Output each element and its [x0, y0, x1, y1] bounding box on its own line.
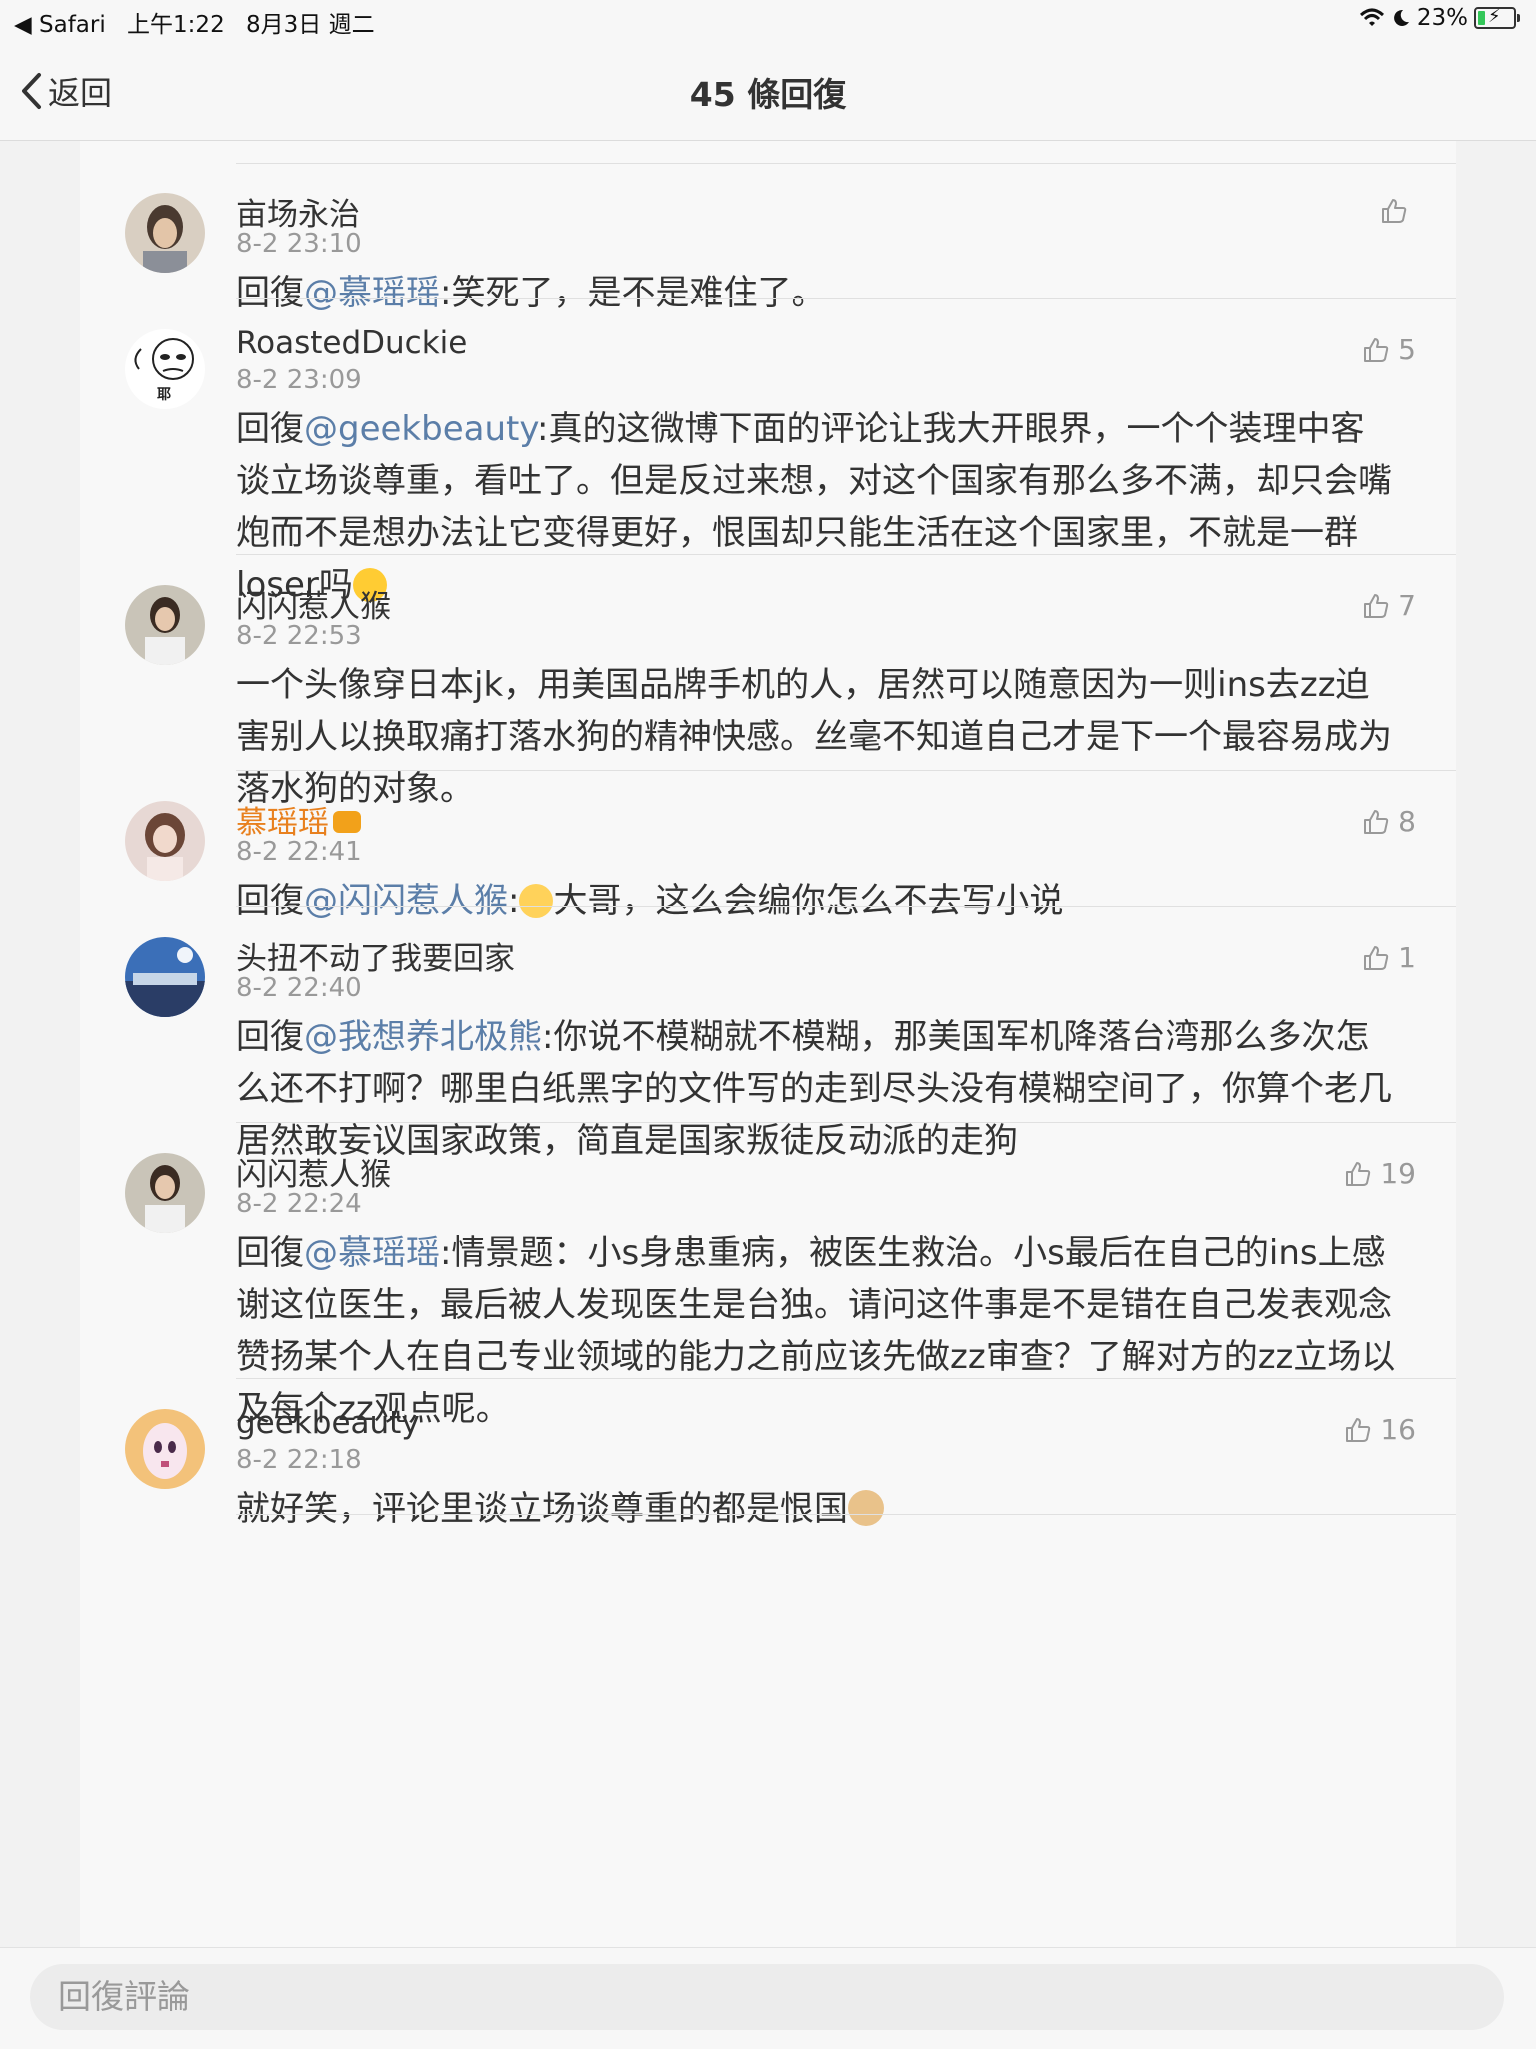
author-name: 慕瑶瑶: [236, 805, 329, 841]
like-count: 7: [1398, 589, 1416, 622]
comment-item: 闪闪惹人猴 8-2 22:24 19 回復@慕瑶瑶:情景题：小s身患重病，被医生…: [80, 1123, 1456, 1429]
avatar[interactable]: [125, 585, 205, 665]
thumbs-up-icon: [1364, 593, 1389, 618]
like-button[interactable]: 16: [1344, 1413, 1416, 1446]
comment-time: 8-2 23:09: [236, 365, 362, 395]
comment-item: 头扭不动了我要回家 8-2 22:40 1 回復@我想养北极熊:你说不模糊就不模…: [80, 907, 1456, 1161]
avatar[interactable]: [125, 801, 205, 881]
comment-author[interactable]: RoastedDuckie: [236, 325, 467, 361]
moon-icon: [1393, 9, 1409, 26]
page-title: 45 條回復: [689, 75, 847, 114]
comment-time: 8-2 22:24: [236, 1189, 362, 1219]
comment-author[interactable]: 慕瑶瑶: [236, 797, 361, 842]
comment-time: 8-2 22:41: [236, 837, 362, 867]
comment-author[interactable]: 闪闪惹人猴: [236, 581, 391, 626]
avatar[interactable]: [125, 937, 205, 1017]
like-button[interactable]: [1380, 197, 1416, 225]
comment-time: 8-2 22:18: [236, 1445, 362, 1475]
comment-author[interactable]: 亩场永治: [236, 189, 360, 234]
reply-prefix: 回復: [236, 409, 304, 449]
status-time: 上午1:22: [127, 12, 225, 38]
reply-prefix: 回復: [236, 1017, 304, 1057]
thumbs-up-icon: [1364, 809, 1389, 834]
like-button[interactable]: 8: [1362, 805, 1416, 838]
comment-item: 亩场永治 8-2 23:10 回復@慕瑶瑶:笑死了，是不是难住了。: [80, 163, 1456, 313]
battery-percent: 23%: [1416, 5, 1468, 31]
wifi-icon: [1359, 8, 1384, 26]
comment-item: 闪闪惹人猴 8-2 22:53 7 一个头像穿日本jk，用美国品牌手机的人，居然…: [80, 555, 1456, 809]
comment-author[interactable]: 头扭不动了我要回家: [236, 933, 515, 978]
like-count: 5: [1398, 333, 1416, 366]
comment-time: 8-2 22:53: [236, 621, 362, 651]
comment-content: 就好笑，评论里谈立场谈尊重的都是恨国: [236, 1489, 848, 1529]
thumbs-up-icon: [1364, 337, 1389, 362]
thumbs-up-icon: [1364, 945, 1389, 970]
status-date: 8月3日 週二: [246, 12, 375, 38]
thumbs-up-icon: [1382, 199, 1407, 223]
like-button[interactable]: 1: [1362, 941, 1416, 974]
avatar[interactable]: 耶: [125, 329, 205, 409]
vip-badge-icon: [333, 811, 361, 833]
status-bar: ◀ Safari 上午1:22 8月3日 週二 23% ⚡: [0, 0, 1536, 40]
reply-bar: 回復評論: [0, 1947, 1536, 2049]
comment-time: 8-2 23:10: [236, 229, 362, 259]
like-button[interactable]: 7: [1362, 589, 1416, 622]
comment-text: 就好笑，评论里谈立场谈尊重的都是恨国: [236, 1483, 1396, 1535]
dog-emoji-icon: [848, 1490, 884, 1526]
comment-author[interactable]: 闪闪惹人猴: [236, 1149, 391, 1194]
like-count: 19: [1380, 1157, 1416, 1190]
reply-input[interactable]: 回復評論: [30, 1964, 1504, 2030]
nav-bar: 返回 45 條回復: [0, 40, 1536, 141]
comment-item: geekbeauty 8-2 22:18 16 就好笑，评论里谈立场谈尊重的都是…: [80, 1379, 1456, 1529]
comment-time: 8-2 22:40: [236, 973, 362, 1003]
mention-link[interactable]: @geekbeauty: [304, 409, 537, 449]
avatar[interactable]: [125, 1153, 205, 1233]
like-button[interactable]: 5: [1362, 333, 1416, 366]
comments-list: 亩场永治 8-2 23:10 回復@慕瑶瑶:笑死了，是不是难住了。 耶 Roas…: [80, 141, 1456, 1947]
mention-link[interactable]: @我想养北极熊: [304, 1017, 542, 1057]
comment-author[interactable]: geekbeauty: [236, 1405, 420, 1441]
like-count: 16: [1380, 1413, 1416, 1446]
comment-item: 慕瑶瑶 8-2 22:41 8 回復@闪闪惹人猴: 大哥，这么会编你怎么不去写小说: [80, 771, 1456, 921]
comment-item: 耶 RoastedDuckie 8-2 23:09 5 回復@geekbeaut…: [80, 299, 1456, 605]
mention-link[interactable]: @慕瑶瑶: [304, 1233, 440, 1273]
avatar[interactable]: [125, 1409, 205, 1489]
like-count: 8: [1398, 805, 1416, 838]
avatar[interactable]: [125, 193, 205, 273]
thumbs-up-icon: [1346, 1417, 1371, 1442]
back-to-app[interactable]: ◀ Safari: [14, 12, 106, 38]
like-count: 1: [1398, 941, 1416, 974]
like-button[interactable]: 19: [1344, 1157, 1416, 1190]
thumbs-up-icon: [1346, 1161, 1371, 1186]
reply-prefix: 回復: [236, 1233, 304, 1273]
battery-icon: ⚡: [1474, 6, 1520, 29]
svg-text:耶: 耶: [157, 387, 171, 403]
